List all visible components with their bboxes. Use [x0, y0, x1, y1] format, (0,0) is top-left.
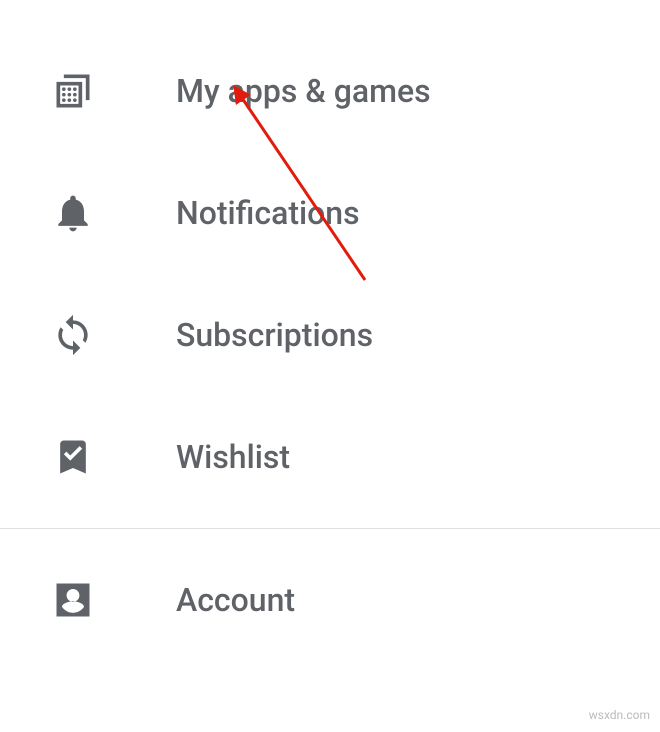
menu-item-account[interactable]: Account — [0, 539, 660, 661]
menu-item-label: Subscriptions — [176, 316, 373, 354]
menu-item-label: Account — [176, 581, 295, 619]
menu-item-label: Notifications — [176, 194, 360, 232]
refresh-icon — [48, 310, 98, 360]
menu-item-label: My apps & games — [176, 72, 431, 110]
apps-grid-icon — [48, 66, 98, 116]
menu-item-notifications[interactable]: Notifications — [0, 152, 660, 274]
account-icon — [48, 575, 98, 625]
menu-item-wishlist[interactable]: Wishlist — [0, 396, 660, 518]
navigation-menu: My apps & games Notifications Subscripti… — [0, 0, 660, 661]
menu-item-subscriptions[interactable]: Subscriptions — [0, 274, 660, 396]
bell-icon — [48, 188, 98, 238]
divider — [0, 528, 660, 529]
menu-item-label: Wishlist — [176, 438, 290, 476]
bookmark-check-icon — [48, 432, 98, 482]
watermark: wsxdn.com — [589, 708, 650, 722]
menu-item-my-apps[interactable]: My apps & games — [0, 30, 660, 152]
